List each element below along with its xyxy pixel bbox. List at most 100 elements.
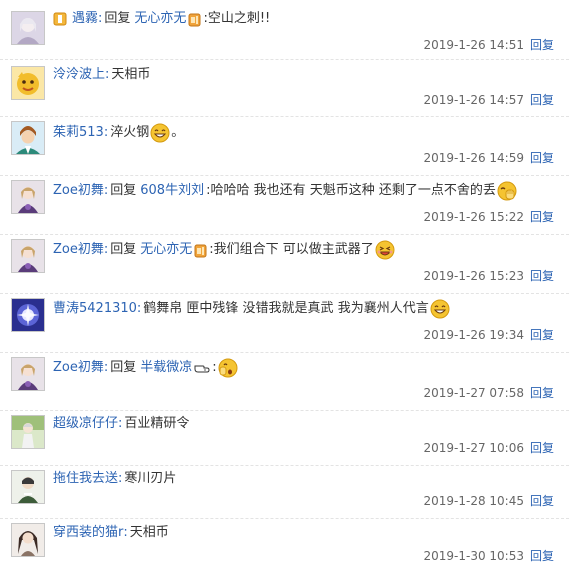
reply-text-suffix: 。 [171, 125, 185, 140]
colon: : [103, 242, 109, 257]
reply-text: 鹤舞帛 匣中残锋 没错我就是真武 我为襄州人代言 [143, 301, 429, 316]
reply-text: 寒川刃片 [124, 471, 177, 486]
reply-meta: 2019-1-26 14:51 回复 [423, 36, 554, 53]
reply-target-user[interactable]: 608牛刘刘 [140, 181, 204, 201]
reply-time: 2019-1-30 10:53 [423, 549, 524, 563]
hand-cover-emoji-icon [497, 181, 517, 201]
reply-meta: 2019-1-26 15:23 回复 [423, 267, 554, 284]
reply-button[interactable]: 回复 [530, 93, 554, 107]
avatar[interactable] [11, 470, 45, 504]
reply-target-user[interactable]: 无心亦无 [140, 240, 192, 260]
colon: : [105, 67, 110, 82]
reply-line: Zoe初舞: 回复 半载微凉 : [53, 358, 561, 378]
reply-line: 泠泠波上: 天相币 [53, 65, 561, 85]
avatar[interactable] [11, 298, 45, 332]
username[interactable]: 超级凉仔仔 [53, 414, 118, 434]
username[interactable]: 泠泠波上 [53, 65, 105, 85]
username[interactable]: 拖住我去送 [53, 469, 118, 489]
reply-item: 遇霧: 回复 无心亦无 :空山之刺!! 2019-1-26 14:51 回复 [0, 0, 569, 60]
smile-emoji-icon [150, 123, 170, 143]
reply-item: 拖住我去送: 寒川刃片 2019-1-28 10:45 回复 [0, 466, 569, 519]
reply-item: Zoe初舞: 回复 608牛刘刘 :哈哈哈 我也还有 天魁币这种 还剩了一点不舍… [0, 176, 569, 235]
username[interactable]: Zoe初舞 [53, 240, 104, 260]
reply-text: : [212, 360, 217, 375]
avatar[interactable] [11, 11, 45, 45]
grin-emoji-icon [375, 240, 395, 260]
reply-time: 2019-1-26 14:51 [423, 38, 524, 52]
hand-face-emoji-icon [218, 358, 238, 378]
colon: : [118, 416, 123, 431]
reply-item: 泠泠波上: 天相币 2019-1-26 14:57 回复 [0, 60, 569, 117]
reply-text: :哈哈哈 我也还有 天魁币这种 还剩了一点不舍的丢 [206, 183, 496, 198]
reply-meta: 2019-1-27 07:58 回复 [423, 384, 554, 401]
reply-meta: 2019-1-28 10:45 回复 [423, 492, 554, 509]
vip-badge-icon [53, 12, 67, 26]
avatar[interactable] [11, 523, 45, 557]
reply-button[interactable]: 回复 [530, 549, 554, 563]
reply-line: 茱莉513: 淬火钢 。 [53, 123, 561, 143]
reply-text: :空山之刺!! [203, 11, 271, 26]
reply-time: 2019-1-27 10:06 [423, 441, 524, 455]
reply-button[interactable]: 回复 [530, 210, 554, 224]
colon: : [103, 183, 109, 198]
colon: : [118, 471, 123, 486]
avatar[interactable] [11, 239, 45, 273]
reply-button[interactable]: 回复 [530, 269, 554, 283]
colon: : [136, 301, 142, 316]
reply-line: 曹涛5421310: 鹤舞帛 匣中残锋 没错我就是真武 我为襄州人代言 [53, 299, 561, 319]
reply-button[interactable]: 回复 [530, 38, 554, 52]
username[interactable]: Zoe初舞 [53, 181, 104, 201]
reply-item: 超级凉仔仔: 百业精研令 2019-1-27 10:06 回复 [0, 411, 569, 466]
reply-meta: 2019-1-26 14:59 回复 [423, 149, 554, 166]
reply-list: 遇霧: 回复 无心亦无 :空山之刺!! 2019-1-26 14:51 回复 泠泠… [0, 0, 569, 571]
username[interactable]: 曹涛5421310 [53, 299, 137, 319]
username[interactable]: 遇霧 [72, 9, 98, 29]
username[interactable]: Zoe初舞 [53, 358, 104, 378]
reply-text: 百业精研令 [124, 416, 190, 431]
colon: : [103, 360, 109, 375]
username[interactable]: 穿西装的猫r [53, 523, 123, 543]
reply-text: 天相币 [129, 525, 169, 540]
reply-button[interactable]: 回复 [530, 494, 554, 508]
avatar[interactable] [11, 357, 45, 391]
reply-line: 穿西装的猫r: 天相币 [53, 523, 561, 543]
colon: : [98, 11, 103, 26]
smile-emoji-icon [430, 299, 450, 319]
avatar[interactable] [11, 66, 45, 100]
reply-line: Zoe初舞: 回复 608牛刘刘 :哈哈哈 我也还有 天魁币这种 还剩了一点不舍… [53, 181, 561, 201]
reply-line: 遇霧: 回复 无心亦无 :空山之刺!! [53, 9, 561, 29]
reply-target-user[interactable]: 无心亦无 [134, 9, 186, 29]
reply-meta: 2019-1-26 15:22 回复 [423, 208, 554, 225]
reply-button[interactable]: 回复 [530, 151, 554, 165]
colon: : [123, 525, 128, 540]
avatar[interactable] [11, 180, 45, 214]
reply-meta: 2019-1-26 14:57 回复 [423, 91, 554, 108]
reply-prefix: 回复 [110, 183, 137, 198]
reply-line: Zoe初舞: 回复 无心亦无 :我们组合下 可以做主武器了 [53, 240, 561, 260]
reply-button[interactable]: 回复 [530, 328, 554, 342]
avatar[interactable] [11, 415, 45, 449]
reply-item: Zoe初舞: 回复 半载微凉 : 2019-1-27 07:58 回复 [0, 353, 569, 411]
reply-time: 2019-1-26 15:23 [423, 269, 524, 283]
reply-time: 2019-1-28 10:45 [423, 494, 524, 508]
reply-item: 穿西装的猫r: 天相币 2019-1-30 10:53 回复 [0, 519, 569, 571]
reply-text: 淬火钢 [110, 125, 150, 140]
reply-time: 2019-1-26 15:22 [423, 210, 524, 224]
reply-button[interactable]: 回复 [530, 386, 554, 400]
reply-text: :我们组合下 可以做主武器了 [209, 242, 374, 257]
avatar[interactable] [11, 121, 45, 155]
reply-target-user[interactable]: 半载微凉 [140, 358, 192, 378]
reply-item: Zoe初舞: 回复 无心亦无 :我们组合下 可以做主武器了 2019-1-26 … [0, 235, 569, 294]
tieba-badge-icon [194, 243, 207, 258]
reply-line: 拖住我去送: 寒川刃片 [53, 469, 561, 489]
reply-meta: 2019-1-30 10:53 回复 [423, 547, 554, 564]
reply-line: 超级凉仔仔: 百业精研令 [53, 414, 561, 434]
reply-time: 2019-1-26 14:57 [423, 93, 524, 107]
reply-prefix: 回复 [110, 242, 137, 257]
username[interactable]: 茱莉513 [53, 123, 104, 143]
reply-time: 2019-1-26 14:59 [423, 151, 524, 165]
reply-prefix: 回复 [104, 11, 131, 26]
reply-time: 2019-1-27 07:58 [423, 386, 524, 400]
reply-prefix: 回复 [110, 360, 137, 375]
reply-button[interactable]: 回复 [530, 441, 554, 455]
